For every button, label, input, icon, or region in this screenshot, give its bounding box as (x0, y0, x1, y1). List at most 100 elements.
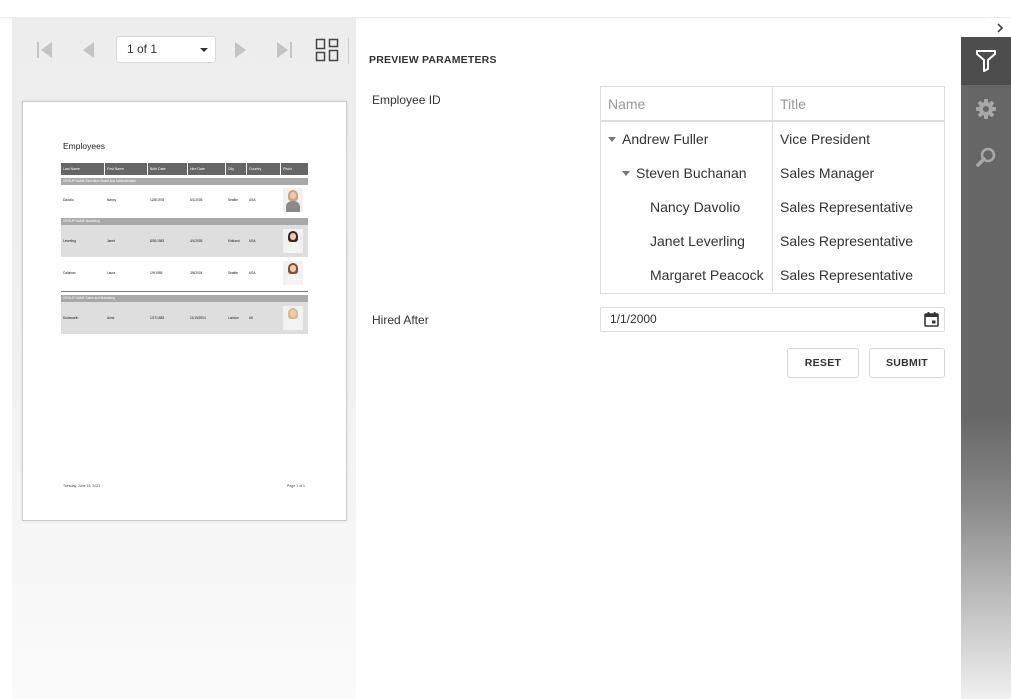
report-cell: Nancy (107, 198, 117, 202)
report-row: Dodsworth Anne 1/27/1983 11/15/2004 Lond… (61, 302, 308, 334)
chevron-right-icon (997, 22, 1004, 33)
report-column-header: Birth Date (148, 163, 188, 175)
hired-after-date-input[interactable]: 1/1/2000 (600, 307, 945, 332)
report-cell: 1/9/1985 (150, 271, 163, 275)
report-row: Callahan Laura 1/9/1985 3/5/2004 Seattle… (61, 257, 308, 289)
report-group-header: GROUP NAME Executive Board And Administr… (61, 178, 308, 185)
report-cell: UK (249, 316, 254, 320)
previous-page-icon (83, 42, 94, 58)
last-page-icon (277, 42, 292, 58)
report-group-header: GROUP NAME Sales and Marketing (61, 295, 308, 302)
tab-export-options[interactable] (961, 85, 1011, 133)
name-cell: Nancy Davolio (601, 190, 773, 224)
report-cell: Davolio (63, 198, 74, 202)
parameters-panel: PREVIEW PARAMETERS Employee ID Name Titl… (356, 37, 961, 699)
tree-row-margaret-peacock[interactable]: Margaret Peacock Sales Representative (601, 258, 944, 292)
tab-search[interactable] (961, 133, 1011, 181)
name-cell: Andrew Fuller (601, 122, 773, 156)
report-cell: Laura (107, 271, 116, 275)
report-cell: 11/15/2004 (190, 316, 206, 320)
grid-header: Name Title (601, 87, 944, 122)
gear-icon (976, 99, 996, 119)
title-cell: Vice President (780, 131, 871, 147)
name-cell: Steven Buchanan (601, 156, 773, 190)
tree-row-andrew-fuller[interactable]: Andrew Fuller Vice President (601, 122, 944, 156)
report-page[interactable]: Employees Last Name First Name Birth Dat… (22, 101, 347, 521)
employee-name: Janet Leverling (650, 233, 745, 249)
calendar-icon[interactable] (923, 311, 940, 328)
report-table: Last Name First Name Birth Date Hire Dat… (61, 163, 308, 334)
report-cell: 8/30/1983 (150, 239, 165, 243)
report-cell: Callahan (63, 271, 76, 275)
group-divider (61, 291, 308, 292)
report-footer-date: Tuesday, June 15, 2021 (63, 484, 101, 488)
report-viewer: 1 of 1 Employees Last Name First Name Bi… (12, 18, 356, 699)
report-cell: Dodsworth (63, 316, 79, 320)
page-selector-value: 1 of 1 (127, 42, 158, 56)
viewer-toolbar: 1 of 1 (12, 18, 356, 82)
name-column-header[interactable]: Name (601, 87, 773, 120)
report-cell: 3/5/2004 (190, 271, 203, 275)
previous-page-button[interactable] (74, 36, 102, 64)
report-row: Leverling Janet 8/30/1983 4/1/2005 Kirkl… (61, 225, 308, 257)
first-page-button[interactable] (31, 36, 59, 64)
collapse-icon[interactable] (622, 171, 630, 176)
report-table-header: Last Name First Name Birth Date Hire Dat… (61, 163, 308, 175)
employee-tree-grid[interactable]: Name Title Andrew Fuller Vice President … (600, 86, 945, 294)
report-cell: Leverling (63, 239, 76, 243)
report-cell: 12/8/1978 (150, 198, 165, 202)
employee-name: Steven Buchanan (636, 165, 747, 181)
report-cell: Seattle (228, 271, 238, 275)
tree-row-nancy-davolio[interactable]: Nancy Davolio Sales Representative (601, 190, 944, 224)
report-column-header: First Name (105, 163, 148, 175)
last-page-button[interactable] (270, 36, 298, 64)
side-tab-strip (961, 37, 1011, 699)
report-row: Davolio Nancy 12/8/1978 5/1/2005 Seattle… (61, 185, 308, 215)
multipage-mode-button[interactable] (313, 36, 341, 64)
report-footer-page-number: Page 1 of 1 (287, 484, 305, 488)
tab-parameters[interactable] (961, 37, 1011, 85)
submit-button[interactable]: SUBMIT (869, 348, 945, 378)
tree-row-steven-buchanan[interactable]: Steven Buchanan Sales Manager (601, 156, 944, 190)
hired-after-value: 1/1/2000 (610, 312, 657, 326)
toolbar-divider (348, 38, 349, 64)
employee-photo (283, 261, 303, 285)
report-cell: USA (249, 198, 256, 202)
report-column-header: City (226, 163, 247, 175)
employee-name: Andrew Fuller (622, 131, 709, 147)
title-cell: Sales Manager (780, 165, 875, 181)
collapse-icon[interactable] (608, 137, 616, 142)
report-column-header: Hire Date (188, 163, 226, 175)
top-bar (0, 0, 1011, 18)
employee-photo (283, 306, 303, 330)
report-cell: 4/1/2005 (190, 239, 203, 243)
name-cell: Margaret Peacock (601, 258, 773, 292)
report-column-header: Country (247, 163, 281, 175)
employee-name: Margaret Peacock (650, 267, 764, 283)
hired-after-label: Hired After (372, 313, 429, 327)
title-column-header[interactable]: Title (773, 87, 944, 120)
report-cell: Kirkland (228, 239, 240, 243)
report-cell: 1/27/1983 (150, 316, 165, 320)
page-selector[interactable]: 1 of 1 (116, 36, 216, 63)
chevron-down-icon (200, 48, 208, 52)
name-cell: Janet Leverling (601, 224, 773, 258)
next-page-icon (235, 42, 246, 58)
title-cell: Sales Representative (780, 199, 914, 215)
reset-button[interactable]: RESET (787, 348, 859, 378)
report-cell: USA (249, 271, 256, 275)
collapse-panel-button[interactable] (989, 18, 1011, 37)
report-column-header: Last Name (61, 163, 105, 175)
report-cell: USA (249, 239, 256, 243)
tree-row-janet-leverling[interactable]: Janet Leverling Sales Representative (601, 224, 944, 258)
report-cell: London (228, 316, 239, 320)
employee-name: Nancy Davolio (650, 199, 741, 215)
first-page-icon (37, 42, 52, 58)
multipage-icon (315, 38, 339, 62)
report-cell: Janet (107, 239, 115, 243)
next-page-button[interactable] (227, 36, 255, 64)
report-cell: 5/1/2005 (190, 198, 203, 202)
report-cell: Seattle (228, 198, 238, 202)
report-title: Employees (63, 141, 106, 151)
filter-icon (976, 50, 996, 72)
